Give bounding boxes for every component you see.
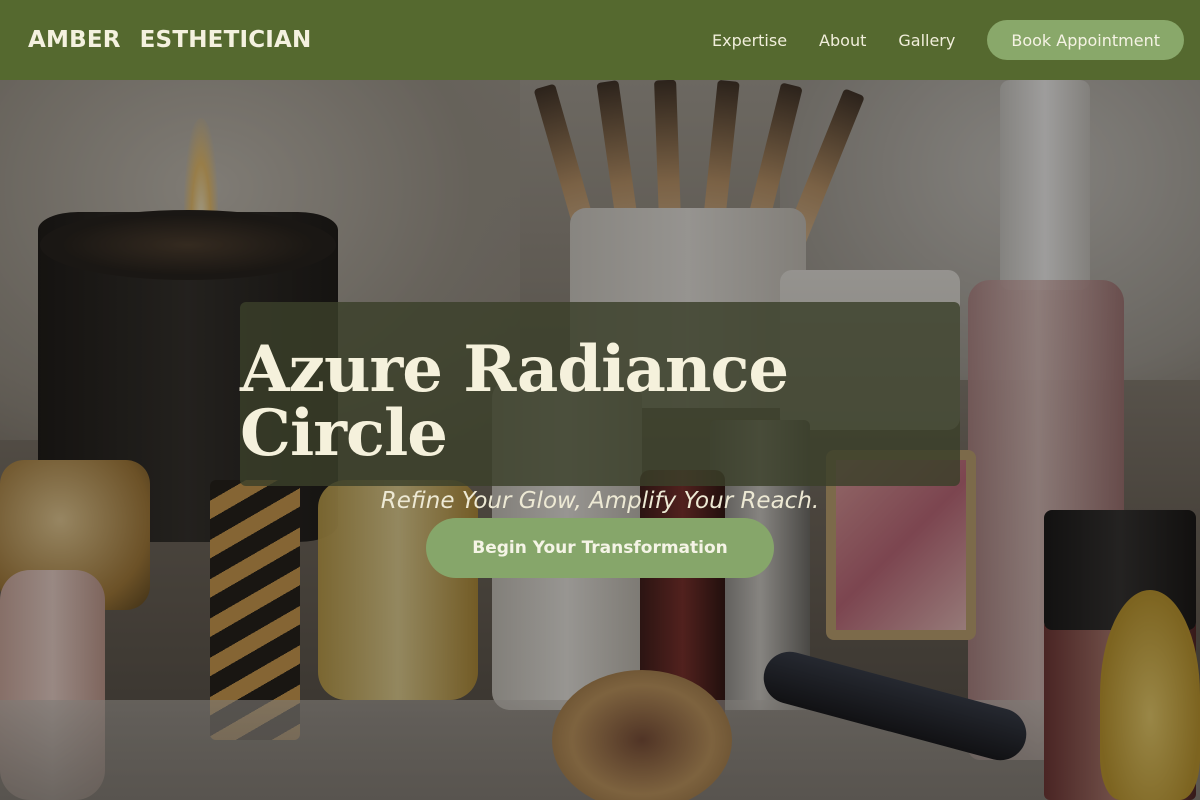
brand-logo[interactable]: AMBER ESTHETICIAN — [28, 27, 312, 53]
nav-link-gallery[interactable]: Gallery — [898, 31, 955, 50]
site-header: AMBER ESTHETICIAN Expertise About Galler… — [0, 0, 1200, 80]
brand-word-esthetician: ESTHETICIAN — [139, 27, 312, 53]
begin-transformation-button[interactable]: Begin Your Transformation — [426, 518, 774, 578]
nav-link-expertise[interactable]: Expertise — [712, 31, 787, 50]
hero-tagline: Refine Your Glow, Amplify Your Reach. — [380, 488, 820, 514]
nav-link-about[interactable]: About — [819, 31, 866, 50]
book-appointment-button[interactable]: Book Appointment — [987, 20, 1184, 60]
hero-title: Azure Radiance Circle — [240, 332, 789, 471]
main-nav: Expertise About Gallery Book Appointment — [712, 20, 1184, 60]
hero-card: Azure Radiance Circle Refine Your Glow, … — [240, 302, 960, 514]
brand-word-amber: AMBER — [28, 27, 121, 53]
